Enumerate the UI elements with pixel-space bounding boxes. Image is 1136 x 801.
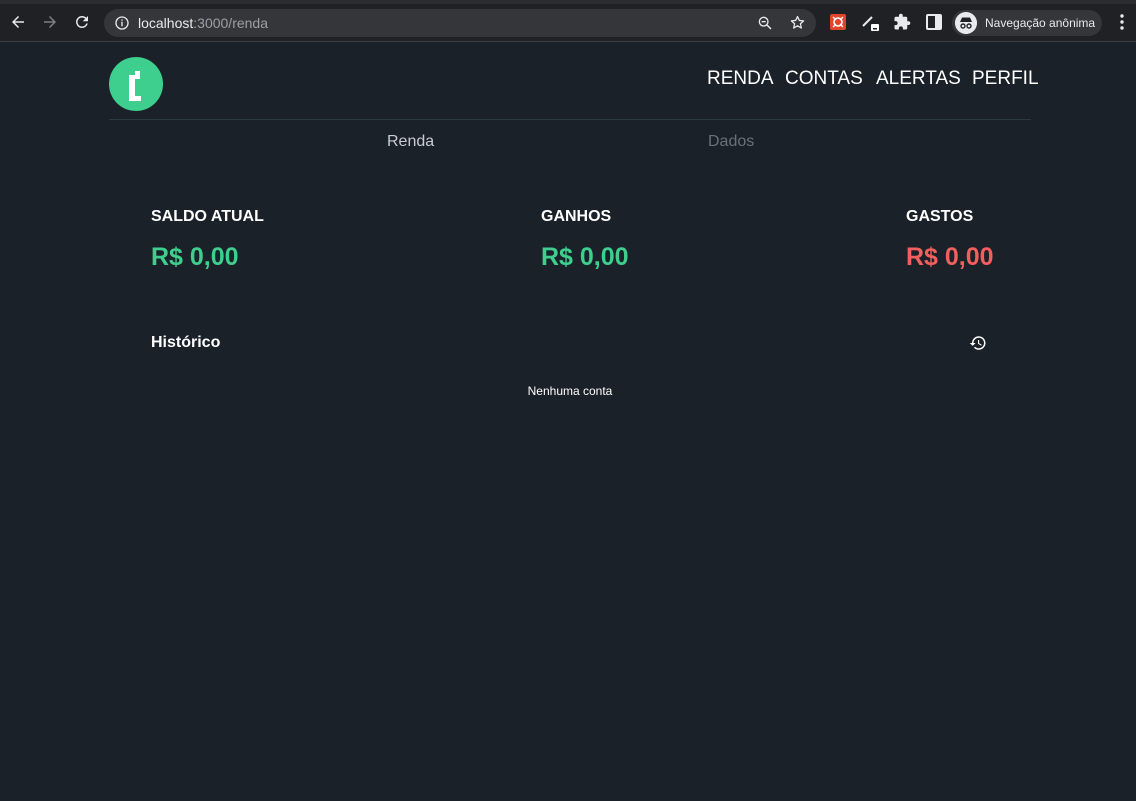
extension-pen-icon[interactable] [861, 13, 879, 31]
address-bar[interactable]: localhost:3000/renda [104, 9, 816, 37]
logo-icon [129, 71, 141, 101]
more-vert-icon[interactable] [1116, 13, 1128, 31]
historico-title: Histórico [151, 334, 221, 351]
url-text: localhost:3000/renda [138, 15, 268, 31]
historico-empty-message: Nenhuma conta [527, 384, 613, 398]
url-host: localhost [138, 15, 194, 31]
header-divider [109, 119, 1031, 120]
saldo-atual-label: SALDO ATUAL [151, 208, 264, 225]
gastos-label: GASTOS [906, 208, 974, 225]
tab-dados[interactable]: Dados [708, 133, 754, 151]
url-path: :3000/renda [193, 15, 268, 31]
tab-strip-edge [0, 0, 1136, 4]
nav-renda[interactable]: RENDA [707, 68, 774, 90]
side-panel-icon[interactable] [925, 13, 943, 31]
incognito-profile-button[interactable]: Navegação anônima [952, 10, 1102, 36]
info-icon[interactable] [114, 15, 130, 31]
puzzle-piece-icon[interactable] [893, 13, 911, 31]
incognito-icon [955, 12, 977, 34]
profile-label: Navegação anônima [985, 16, 1096, 30]
bookmark-star-icon[interactable] [789, 14, 806, 31]
reload-button[interactable] [71, 11, 93, 33]
nav-perfil[interactable]: PERFIL [972, 68, 1039, 90]
zoom-out-icon[interactable] [757, 15, 773, 31]
ganhos-label: GANHOS [541, 208, 612, 225]
history-icon[interactable] [969, 334, 987, 352]
nav-alertas[interactable]: ALERTAS [876, 68, 961, 90]
browser-toolbar: localhost:3000/renda Navegação anônima [0, 0, 1136, 42]
arrow-right-icon [44, 16, 56, 28]
gastos-value: R$ 0,00 [906, 243, 994, 271]
ganhos-value: R$ 0,00 [541, 243, 629, 271]
back-button[interactable] [7, 11, 29, 33]
nav-contas[interactable]: CONTAS [785, 68, 863, 90]
reload-icon [76, 16, 88, 28]
forward-button[interactable] [39, 11, 61, 33]
tab-renda[interactable]: Renda [387, 133, 434, 151]
app-logo[interactable] [109, 57, 163, 111]
extension-red-icon[interactable] [829, 13, 847, 31]
arrow-left-icon [12, 16, 24, 28]
saldo-atual-value: R$ 0,00 [151, 243, 239, 271]
